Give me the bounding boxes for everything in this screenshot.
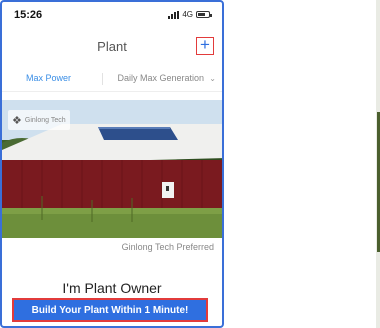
chevron-down-icon[interactable]: ⌄ xyxy=(209,74,216,83)
hero-caption: Ginlong Tech Preferred xyxy=(121,242,214,252)
battery-icon xyxy=(196,11,212,18)
tab-daily-max-generation-label: Daily Max Generation xyxy=(117,73,204,83)
adjacent-screen-edge xyxy=(376,0,380,328)
brand-badge: ❖ Ginlong Tech xyxy=(8,110,70,130)
signal-icon xyxy=(168,10,180,19)
ginlong-logo-icon: ❖ xyxy=(12,114,22,127)
status-bar: 15:26 4G xyxy=(2,2,222,26)
tab-max-power[interactable]: Max Power xyxy=(26,73,71,83)
nav-bar: Plant + xyxy=(2,30,222,64)
phone-screen: 15:26 4G Plant + Max Power Daily Max Gen… xyxy=(0,0,224,328)
tab-divider xyxy=(102,73,103,85)
tab-daily-max-generation[interactable]: Daily Max Generation xyxy=(117,73,204,83)
status-indicators: 4G xyxy=(168,10,212,19)
build-plant-button[interactable]: Build Your Plant Within 1 Minute! xyxy=(12,298,208,322)
page-title: Plant xyxy=(97,39,127,54)
network-label: 4G xyxy=(182,10,193,19)
metric-tabs: Max Power Daily Max Generation ⌄ xyxy=(2,66,222,92)
owner-heading: I'm Plant Owner xyxy=(62,280,162,296)
brand-name: Ginlong Tech xyxy=(24,116,66,124)
add-plant-button[interactable]: + xyxy=(196,36,214,55)
status-time: 15:26 xyxy=(14,9,43,21)
hero-image: ❖ Ginlong Tech xyxy=(2,100,222,238)
